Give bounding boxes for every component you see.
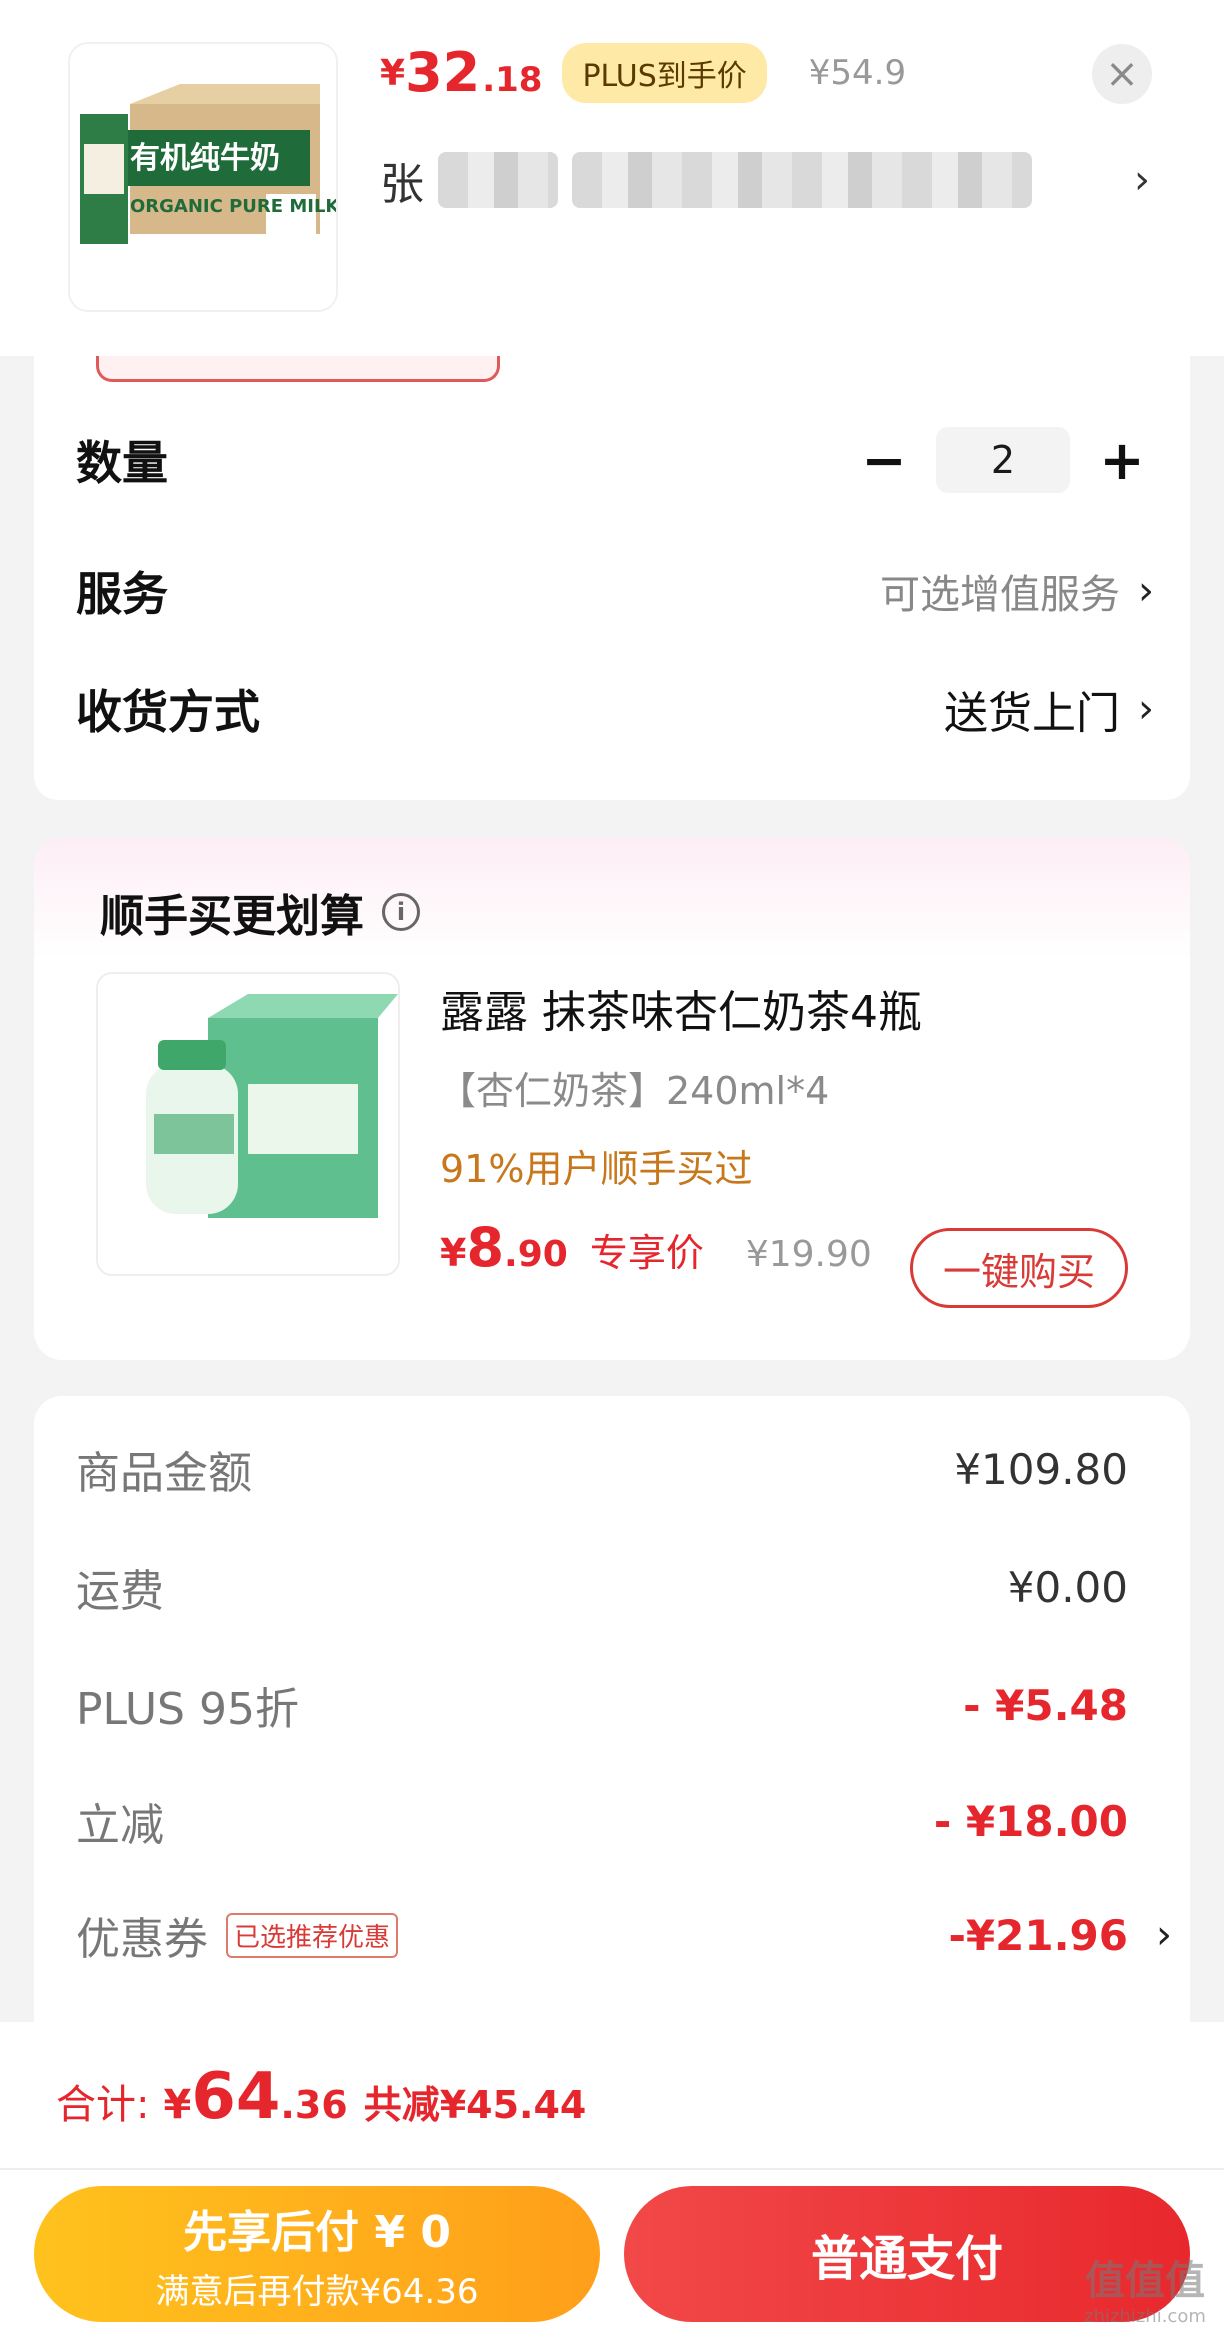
summary-row-plus-discount: PLUS 95折 - ¥5.48 (76, 1670, 1128, 1740)
quantity-stepper: − 2 + (852, 427, 1154, 493)
product-price-row: ¥ 32 .18 PLUS到手价 ¥54.9 (380, 38, 906, 108)
price-summary-card: 商品金额 ¥109.80 运费 ¥0.00 PLUS 95折 - ¥5.48 立… (34, 1396, 1190, 2036)
selected-variant-edge (96, 356, 500, 382)
total-label: 合计: (56, 2082, 150, 2128)
milk-tea-image (98, 974, 398, 1274)
summary-value: - ¥18.00 (933, 1796, 1128, 1846)
service-value: 可选增值服务 (880, 572, 1120, 618)
chevron-right-icon: › (1134, 157, 1150, 203)
blurred-text (572, 152, 1032, 208)
summary-value: -¥21.96 (948, 1910, 1128, 1960)
price-integer: 32 (405, 41, 481, 104)
upsell-purchase-note: 91%用户顺手买过 (440, 1147, 753, 1191)
summary-value: - ¥5.48 (963, 1680, 1128, 1730)
watermark-logo: 值值值 (1085, 2258, 1205, 2304)
coupon-recommended-tag: 已选推荐优惠 (226, 1912, 399, 1958)
options-card: 数量 − 2 + 服务 可选增值服务 › 收货方式 送货上门 › (34, 356, 1190, 800)
blurred-text (438, 152, 558, 208)
one-click-buy-button[interactable]: 一键购买 (910, 1228, 1128, 1308)
summary-label: 立减 (76, 1800, 164, 1851)
upsell-price-currency: ¥ (440, 1231, 467, 1275)
delivery-row[interactable]: 收货方式 送货上门 › (76, 674, 1154, 744)
minus-button[interactable]: − (852, 428, 916, 492)
total-discount: 共减¥45.44 (363, 2083, 587, 2127)
original-price: ¥54.9 (808, 53, 907, 93)
price-currency: ¥ (380, 52, 406, 94)
summary-value: ¥0.00 (1007, 1562, 1128, 1612)
product-thumbnail: 有机纯牛奶 ORGANIC PURE MILK (68, 42, 338, 312)
site-watermark: 值值值 zhizhizhi.com (1070, 2248, 1220, 2328)
upsell-exclusive-label: 专享价 (589, 1231, 704, 1275)
service-label: 服务 (76, 567, 168, 621)
total-row: 合计: ¥ 64 .36 共减¥45.44 (56, 2060, 586, 2134)
total-integer: 64 (191, 2060, 281, 2134)
coupon-label-group: 优惠券 已选推荐优惠 (76, 1903, 399, 1967)
chevron-right-icon: › (1156, 1912, 1172, 1958)
chevron-right-icon: › (1138, 686, 1154, 732)
pay-later-button[interactable]: 先享后付 ¥ 0 满意后再付款¥64.36 (34, 2186, 600, 2322)
upsell-card: 顺手买更划算 i 露露 抹茶味杏仁奶茶4瓶 【杏仁奶茶】240ml*4 91%用… (34, 838, 1190, 1360)
upsell-price-row: ¥ 8 .90 专享价 ¥19.90 (440, 1216, 872, 1279)
milk-box-image: 有机纯牛奶 ORGANIC PURE MILK (70, 44, 338, 310)
chevron-right-icon: › (1138, 568, 1154, 614)
total-decimal: .36 (280, 2083, 348, 2127)
quantity-row: 数量 − 2 + (76, 422, 1154, 498)
summary-label: 商品金额 (76, 1448, 252, 1499)
upsell-product-name[interactable]: 露露 抹茶味杏仁奶茶4瓶 (440, 976, 922, 1040)
close-icon[interactable]: × (1092, 44, 1152, 104)
pay-later-subtitle: 满意后再付款¥64.36 (155, 2271, 479, 2312)
upsell-title-text: 顺手买更划算 (100, 891, 364, 942)
summary-label: 优惠券 (76, 1914, 208, 1965)
total-currency: ¥ (163, 2082, 192, 2128)
upsell-title: 顺手买更划算 i (100, 880, 420, 944)
upsell-product-image[interactable] (96, 972, 400, 1276)
summary-label: 运费 (76, 1566, 164, 1617)
upsell-original-price: ¥19.90 (745, 1234, 872, 1275)
delivery-label: 收货方式 (76, 685, 260, 739)
service-row[interactable]: 服务 可选增值服务 › (76, 556, 1154, 626)
product-title-row[interactable]: 张 › (380, 140, 1150, 220)
plus-button[interactable]: + (1090, 428, 1154, 492)
upsell-product-spec: 【杏仁奶茶】240ml*4 (438, 1069, 830, 1113)
milk-image-label2: ORGANIC PURE MILK (130, 196, 338, 217)
summary-row-instant-discount: 立减 - ¥18.00 (76, 1786, 1128, 1856)
summary-row-shipping: 运费 ¥0.00 (76, 1552, 1128, 1622)
quantity-input[interactable]: 2 (936, 427, 1070, 493)
quantity-label: 数量 (76, 436, 168, 490)
price-decimal: .18 (482, 60, 543, 100)
pay-later-title: 先享后付 ¥ 0 (183, 2206, 451, 2258)
upsell-price-integer: 8 (466, 1216, 505, 1279)
divider (0, 2168, 1224, 2170)
summary-row-coupon[interactable]: 优惠券 已选推荐优惠 -¥21.96 › (76, 1900, 1172, 1970)
product-header: 有机纯牛奶 ORGANIC PURE MILK ¥ 32 .18 PLUS到手价… (0, 0, 1224, 356)
watermark-url: zhizhizhi.com (1084, 2306, 1206, 2327)
product-title: 张 (380, 159, 424, 210)
info-icon[interactable]: i (382, 893, 420, 931)
summary-label: PLUS 95折 (76, 1684, 299, 1735)
delivery-value: 送货上门 (944, 688, 1120, 739)
milk-image-label: 有机纯牛奶 (130, 141, 280, 176)
summary-value: ¥109.80 (954, 1444, 1128, 1494)
checkout-bar: 合计: ¥ 64 .36 共减¥45.44 先享后付 ¥ 0 满意后再付款¥64… (0, 2022, 1224, 2334)
plus-price-tag: PLUS到手价 (562, 43, 767, 103)
summary-row-subtotal: 商品金额 ¥109.80 (76, 1434, 1128, 1504)
upsell-price-decimal: .90 (504, 1234, 568, 1275)
